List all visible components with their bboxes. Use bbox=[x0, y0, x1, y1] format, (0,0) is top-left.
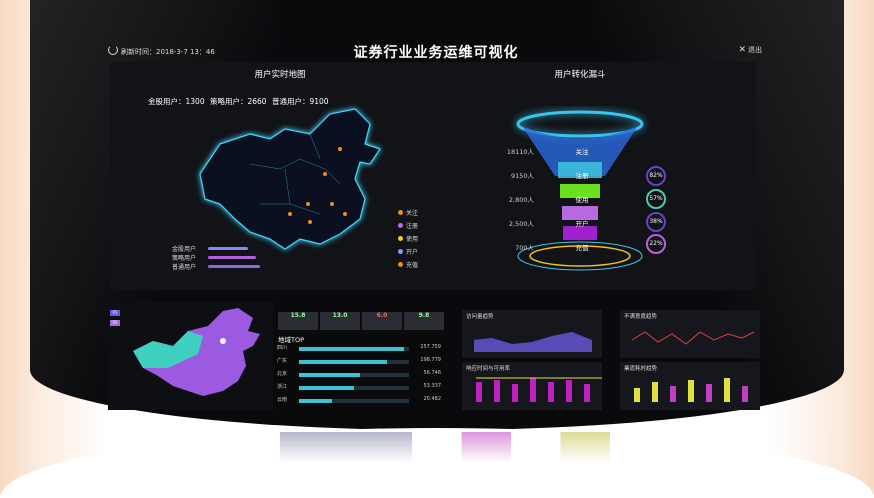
map-dot bbox=[338, 147, 342, 151]
funnel-stage: 关注 bbox=[575, 148, 589, 156]
funnel-panel-title: 用户转化漏斗 bbox=[554, 70, 606, 80]
screen-reflection bbox=[280, 432, 610, 462]
map-legend: 关注 注册 使用 开户 充值 bbox=[398, 208, 418, 273]
funnel-pct-ring: 57% bbox=[646, 189, 666, 209]
legend-item: 关注 bbox=[398, 208, 418, 217]
funnel-count: 700人 bbox=[515, 244, 534, 252]
user-type-row: 金股用户 bbox=[172, 244, 260, 253]
dashboard-title: 证券行业业务运维可视化 bbox=[353, 45, 519, 61]
funnel-pct-ring: 38% bbox=[646, 212, 666, 232]
kpi-card: 6.0 bbox=[362, 312, 402, 330]
china-map[interactable] bbox=[190, 104, 400, 264]
visits-trend-chart: 访问量趋势 bbox=[462, 310, 602, 358]
map-dot bbox=[343, 212, 347, 216]
funnel-stage-labels: 关注 注册 使用 开户 充值 bbox=[572, 146, 592, 266]
map-dot bbox=[330, 202, 334, 206]
close-icon[interactable]: ✕ bbox=[738, 45, 746, 55]
region-top-row: 广东 198.779 bbox=[277, 357, 441, 364]
region-top-row: 云南 20.482 bbox=[277, 396, 441, 403]
funnel-count: 9150人 bbox=[510, 172, 534, 180]
chart-title: 業遗耗时趋势 bbox=[624, 366, 658, 372]
top-panel: 用户实时地图 用户转化漏斗 金股用户：1300 策略用户：2660 普通用户：9… bbox=[110, 62, 756, 290]
header-bar: 刷新时间：2018-3-7 13：46 证券行业业务运维可视化 ✕ 退出 bbox=[100, 40, 772, 62]
bottom-map-panel: P1 P2 bbox=[108, 302, 273, 410]
region-map[interactable] bbox=[128, 306, 268, 406]
region-top-row: 北京 56.746 bbox=[277, 370, 441, 377]
funnel-count-labels: 18110人 9150人 2,800人 2,500人 700人 bbox=[500, 146, 534, 266]
dissatisfaction-chart: 不满意度趋势 bbox=[620, 310, 760, 358]
funnel-pct-ring: 82% bbox=[646, 166, 666, 186]
map-dot bbox=[308, 220, 312, 224]
exit-button[interactable]: ✕ 退出 bbox=[738, 45, 762, 55]
region-top-row: 浙江 53.337 bbox=[277, 383, 441, 390]
kpi-card: 9.8 bbox=[404, 312, 444, 330]
funnel-stage: 使用 bbox=[575, 196, 589, 204]
map-panel-title: 用户实时地图 bbox=[254, 70, 306, 80]
funnel-count: 2,500人 bbox=[508, 220, 534, 228]
legend-item: 注册 bbox=[398, 221, 418, 230]
user-type-row: 策略用户 bbox=[172, 253, 260, 262]
legend-item: 使用 bbox=[398, 234, 418, 243]
funnel-stage: 充值 bbox=[575, 244, 589, 252]
chart-title: 不满意度趋势 bbox=[624, 314, 658, 320]
user-type-row: 普通用户 bbox=[172, 262, 260, 271]
chart-title: 访问量趋势 bbox=[466, 314, 494, 320]
duration-trend-chart: 業遗耗时趋势 bbox=[620, 362, 760, 410]
kpi-card: 15.8 bbox=[278, 312, 318, 330]
region-top-row: 四川 257.759 bbox=[277, 344, 441, 351]
map-legend-p2: P2 bbox=[110, 320, 120, 326]
map-dot bbox=[306, 202, 310, 206]
funnel-count: 2,800人 bbox=[508, 196, 534, 204]
user-type-bars: 金股用户 策略用户 普通用户 bbox=[172, 244, 260, 271]
funnel-pct-ring: 22% bbox=[646, 234, 666, 254]
funnel-stage: 注册 bbox=[575, 172, 589, 180]
funnel-count: 18110人 bbox=[506, 148, 534, 156]
legend-item: 开户 bbox=[398, 247, 418, 256]
chart-title: 响应时间与可用率 bbox=[466, 366, 511, 372]
map-dot bbox=[323, 172, 327, 176]
region-top-title: 地域TOP bbox=[278, 336, 305, 344]
kpi-card: 13.0 bbox=[320, 312, 360, 330]
map-dot bbox=[288, 212, 292, 216]
exit-label: 退出 bbox=[748, 46, 762, 54]
map-legend-p1: P1 bbox=[110, 310, 120, 316]
funnel-stage: 开户 bbox=[575, 220, 589, 228]
response-time-chart: 响应时间与可用率 bbox=[462, 362, 602, 410]
legend-item: 充值 bbox=[398, 260, 418, 269]
